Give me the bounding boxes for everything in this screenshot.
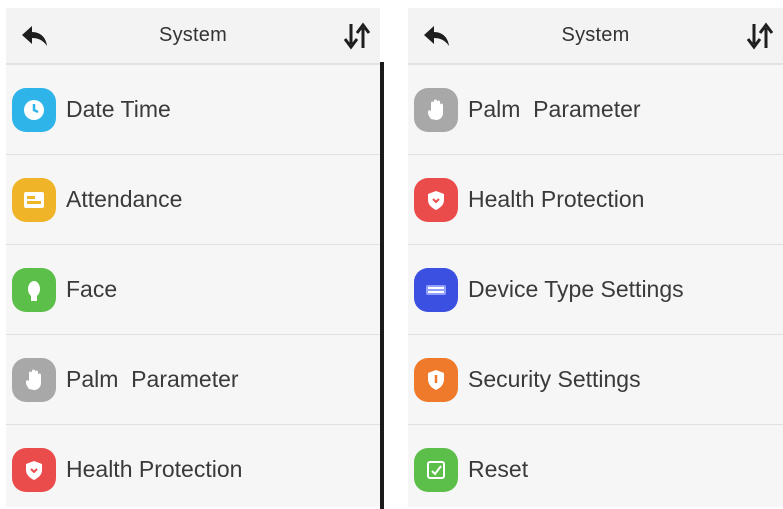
menu-item-label: Palm Parameter	[66, 366, 239, 392]
palm-icon	[12, 357, 56, 402]
menu-item-health-protection[interactable]: Health Protection	[6, 425, 380, 507]
menu-item-label: Face	[66, 276, 118, 302]
screen-scrollbar	[380, 62, 384, 509]
page-title: System	[159, 24, 227, 46]
menu-item-device-type-settings[interactable]: Device Type Settings	[408, 245, 783, 335]
menu-item-reset[interactable]: Reset	[408, 425, 783, 507]
face-icon	[12, 267, 56, 312]
menu-item-palm-parameter[interactable]: Palm Parameter	[408, 65, 783, 155]
keyboard-icon	[414, 267, 458, 312]
security-shield-icon	[414, 357, 458, 402]
menu-item-label: Palm Parameter	[468, 96, 641, 122]
menu-item-label: Security Settings	[468, 366, 641, 392]
menu-list: Palm Parameter Health Protection Device …	[408, 65, 783, 507]
sort-arrows-icon[interactable]	[342, 22, 372, 50]
menu-list: Date Time Attendance Face Palm Parameter…	[6, 65, 380, 507]
reset-icon	[414, 447, 458, 492]
header-bar: System	[6, 8, 380, 65]
attendance-card-icon	[12, 177, 56, 222]
back-arrow-icon[interactable]	[420, 22, 454, 50]
menu-item-date-time[interactable]: Date Time	[6, 65, 380, 155]
page-title: System	[561, 24, 630, 46]
system-menu-screen-right: System Palm Parameter Health Protection	[408, 8, 783, 507]
system-menu-screen-left: System Date Time Attendance Face Palm Pa…	[6, 8, 380, 507]
menu-item-label: Attendance	[66, 186, 183, 212]
header-bar: System	[408, 8, 783, 65]
menu-item-label: Date Time	[66, 96, 171, 122]
shield-icon	[12, 447, 56, 492]
menu-item-label: Health Protection	[66, 456, 243, 482]
menu-item-security-settings[interactable]: Security Settings	[408, 335, 783, 425]
sort-arrows-icon[interactable]	[745, 22, 775, 50]
menu-item-label: Health Protection	[468, 186, 645, 212]
menu-item-face[interactable]: Face	[6, 245, 380, 335]
menu-item-label: Device Type Settings	[468, 276, 684, 302]
clock-icon	[12, 87, 56, 132]
menu-item-health-protection[interactable]: Health Protection	[408, 155, 783, 245]
menu-item-palm-parameter[interactable]: Palm Parameter	[6, 335, 380, 425]
palm-icon	[414, 87, 458, 132]
menu-item-attendance[interactable]: Attendance	[6, 155, 380, 245]
back-arrow-icon[interactable]	[18, 22, 52, 50]
menu-item-label: Reset	[468, 456, 529, 482]
shield-icon	[414, 177, 458, 222]
